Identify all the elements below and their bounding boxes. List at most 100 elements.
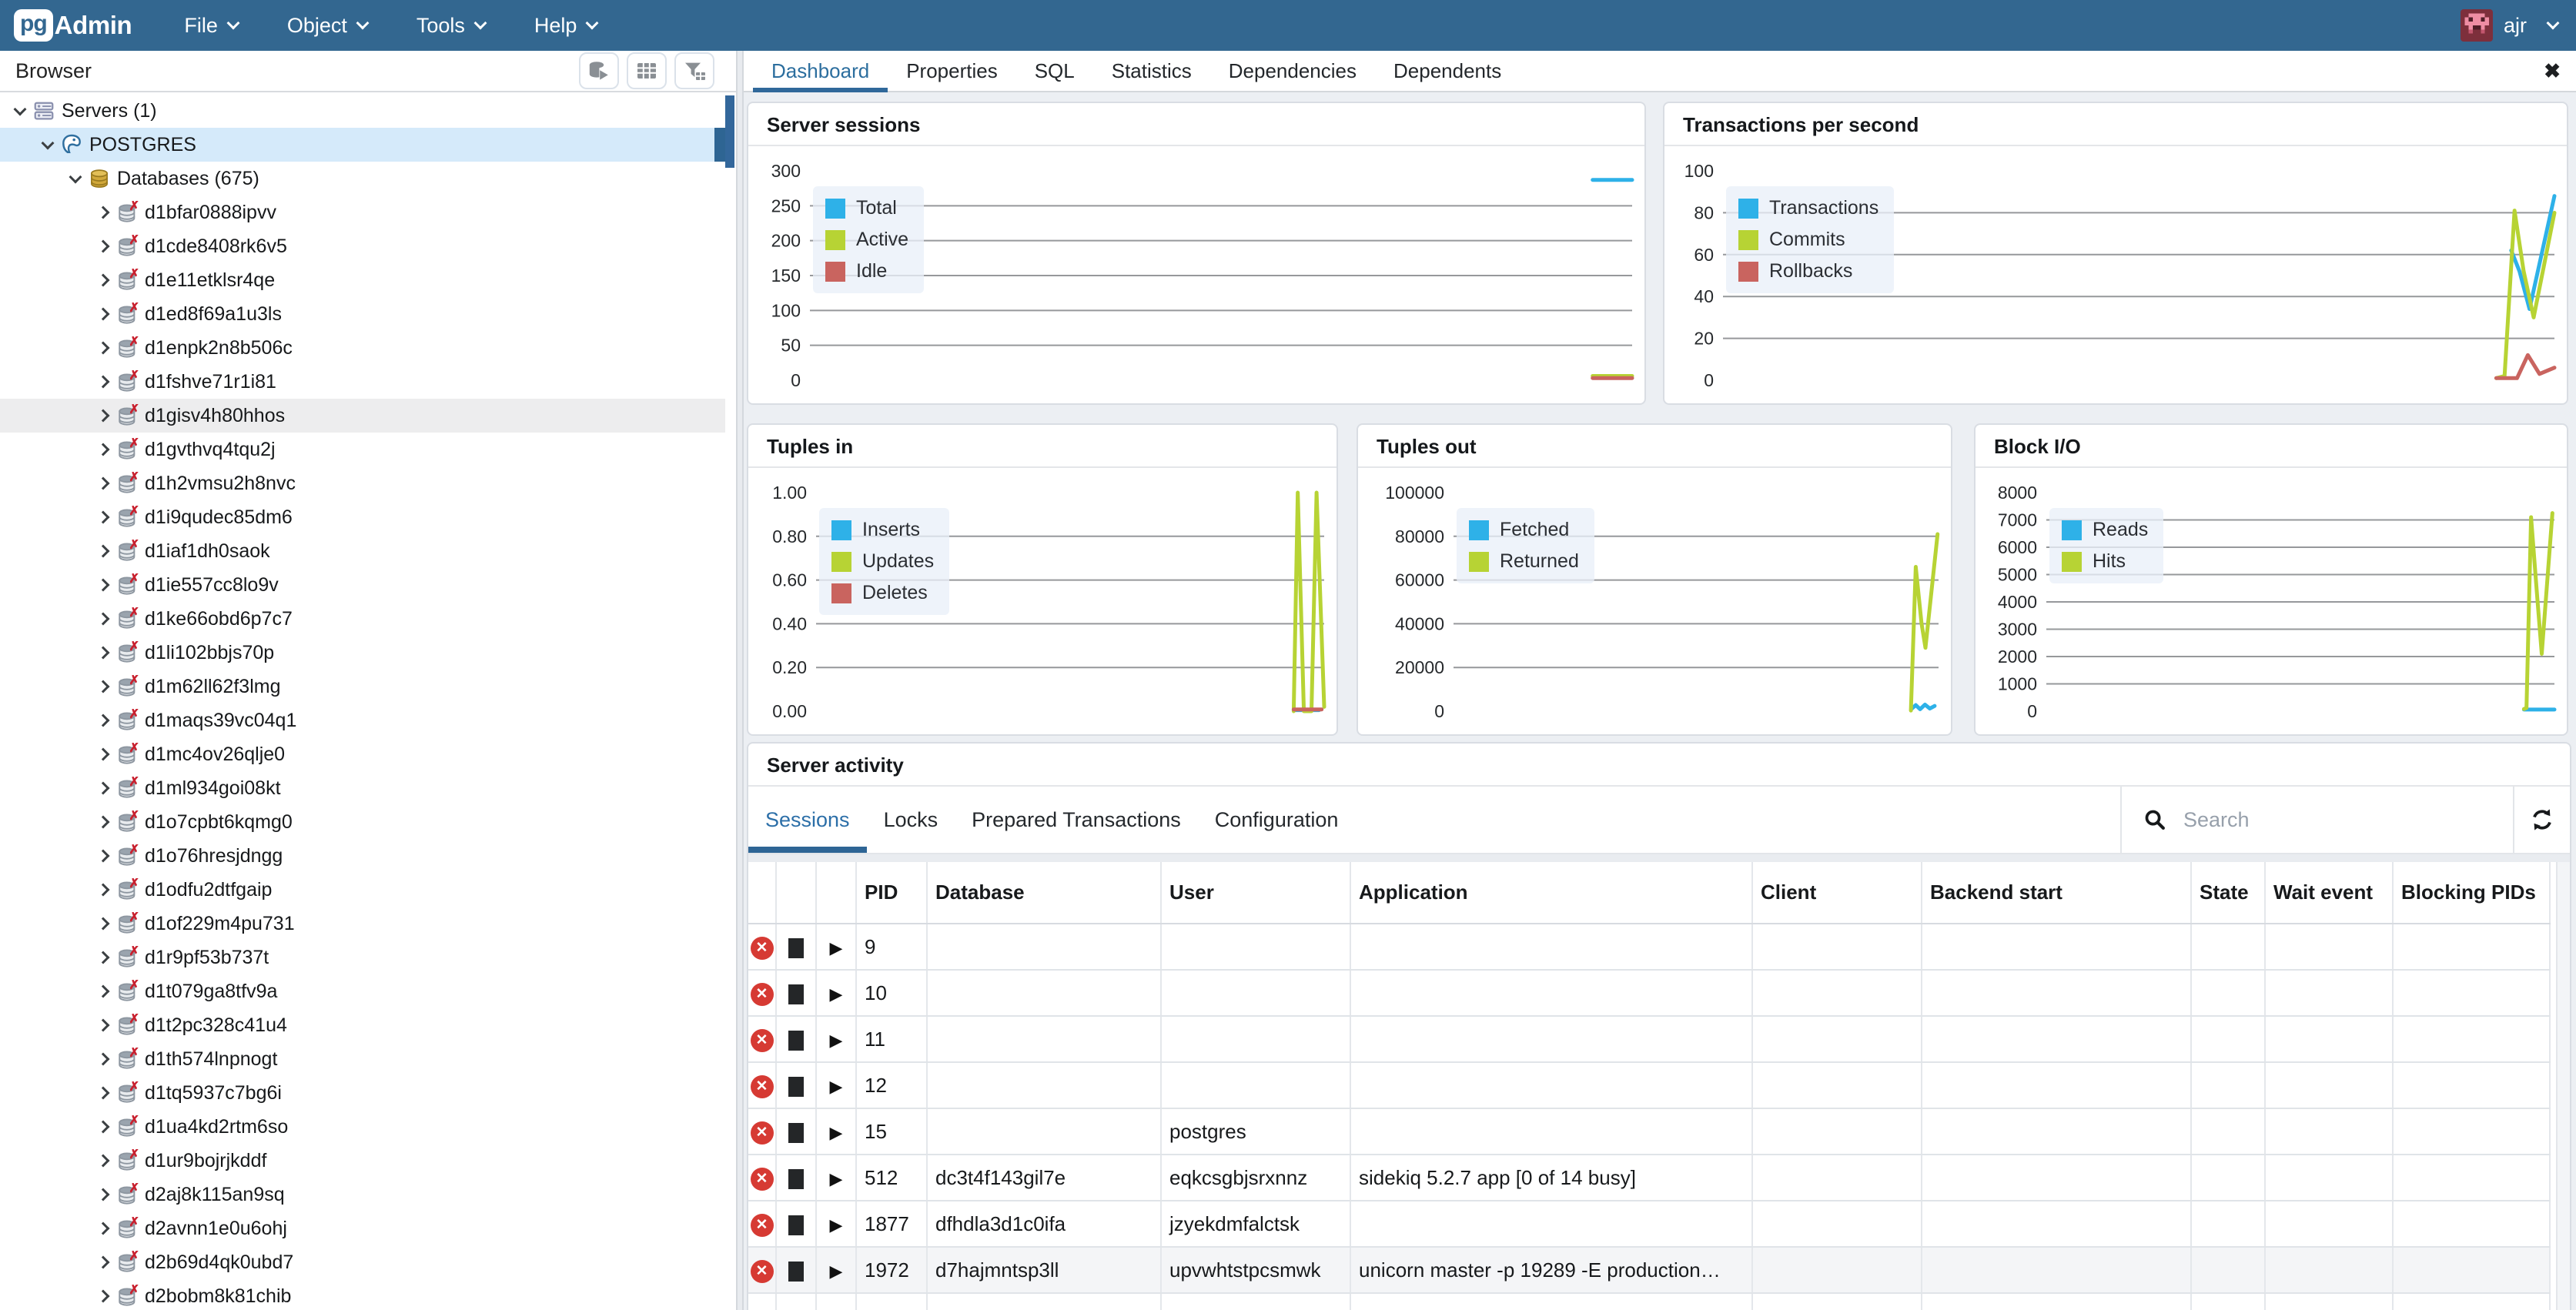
tree-item-d1t079ga8tfv9a[interactable]: ✗d1t079ga8tfv9a — [0, 974, 725, 1008]
chevron-right-icon[interactable] — [92, 242, 114, 251]
cancel-session-button[interactable]: ✕ — [751, 1168, 774, 1191]
terminate-session-button[interactable] — [788, 1123, 804, 1143]
tab-dependencies[interactable]: Dependencies — [1210, 51, 1375, 91]
activity-tab-locks[interactable]: Locks — [867, 787, 955, 853]
cancel-session-button[interactable]: ✕ — [751, 1214, 774, 1237]
terminate-session-button[interactable] — [788, 1262, 804, 1282]
tree-item-d1of229m4pu731[interactable]: ✗d1of229m4pu731 — [0, 907, 725, 941]
activity-tab-sessions[interactable]: Sessions — [748, 787, 867, 853]
chevron-right-icon[interactable] — [92, 750, 114, 759]
chevron-right-icon[interactable] — [92, 987, 114, 996]
sidebar-scrollbar-thumb[interactable] — [725, 95, 734, 168]
chevron-right-icon[interactable] — [92, 1122, 114, 1131]
tree-item-d1m62ll62f3lmg[interactable]: ✗d1m62ll62f3lmg — [0, 670, 725, 703]
tree-item-d1odfu2dtfgaip[interactable]: ✗d1odfu2dtfgaip — [0, 873, 725, 907]
tree-item-d1ua4kd2rtm6so[interactable]: ✗d1ua4kd2rtm6so — [0, 1110, 725, 1144]
tree-item-d1r9pf53b737t[interactable]: ✗d1r9pf53b737t — [0, 941, 725, 974]
terminate-session-button[interactable] — [788, 1031, 804, 1051]
chevron-right-icon[interactable] — [92, 1258, 114, 1267]
tree-item-d1o76hresjdngg[interactable]: ✗d1o76hresjdngg — [0, 839, 725, 873]
tree-item-d1fshve71r1i81[interactable]: ✗d1fshve71r1i81 — [0, 365, 725, 399]
tree-item-d1li102bbjs70p[interactable]: ✗d1li102bbjs70p — [0, 636, 725, 670]
tree-item-d2bobm8k81chib[interactable]: ✗d2bobm8k81chib — [0, 1279, 725, 1310]
user-menu[interactable]: ajr — [2461, 9, 2558, 42]
expand-row-button[interactable]: ▶ — [830, 984, 843, 1004]
chevron-right-icon[interactable] — [92, 1021, 114, 1030]
chevron-right-icon[interactable] — [92, 546, 114, 556]
tree-item-d1ie557cc8lo9v[interactable]: ✗d1ie557cc8lo9v — [0, 568, 725, 602]
tree-item-d1ml934goi08kt[interactable]: ✗d1ml934goi08kt — [0, 771, 725, 805]
tree-item-d1gisv4h80hhos[interactable]: ✗d1gisv4h80hhos — [0, 399, 725, 433]
chevron-right-icon[interactable] — [92, 953, 114, 962]
tree-item-d2b69d4qk0ubd7[interactable]: ✗d2b69d4qk0ubd7 — [0, 1245, 725, 1279]
chevron-right-icon[interactable] — [92, 513, 114, 522]
cancel-session-button[interactable]: ✕ — [751, 1075, 774, 1098]
panel-splitter[interactable] — [736, 51, 744, 1310]
view-data-button[interactable] — [579, 52, 619, 89]
activity-tab-prepared-transactions[interactable]: Prepared Transactions — [955, 787, 1198, 853]
chevron-right-icon[interactable] — [92, 1156, 114, 1165]
tree-item-d1t2pc328c41u4[interactable]: ✗d1t2pc328c41u4 — [0, 1008, 725, 1042]
chevron-right-icon[interactable] — [92, 276, 114, 285]
expand-row-button[interactable]: ▶ — [830, 1262, 843, 1281]
chevron-right-icon[interactable] — [92, 411, 114, 420]
tab-statistics[interactable]: Statistics — [1093, 51, 1210, 91]
chevron-right-icon[interactable] — [92, 208, 114, 217]
terminate-session-button[interactable] — [788, 1169, 804, 1189]
expand-row-button[interactable]: ▶ — [830, 1077, 843, 1096]
tree-item-databases-675-[interactable]: Databases (675) — [0, 162, 725, 195]
tree-item-d1o7cpbt6kqmg0[interactable]: ✗d1o7cpbt6kqmg0 — [0, 805, 725, 839]
chevron-right-icon[interactable] — [92, 885, 114, 894]
tree-item-d1e11etklsr4qe[interactable]: ✗d1e11etklsr4qe — [0, 263, 725, 297]
cancel-session-button[interactable]: ✕ — [751, 937, 774, 960]
expand-row-button[interactable]: ▶ — [830, 1215, 843, 1235]
refresh-button[interactable] — [2513, 787, 2570, 853]
tree-item-d1h2vmsu2h8nvc[interactable]: ✗d1h2vmsu2h8nvc — [0, 466, 725, 500]
terminate-session-button[interactable] — [788, 1215, 804, 1235]
menu-file[interactable]: File — [184, 14, 238, 38]
chevron-right-icon[interactable] — [92, 479, 114, 488]
chevron-right-icon[interactable] — [92, 784, 114, 793]
activity-tab-configuration[interactable]: Configuration — [1198, 787, 1356, 853]
chevron-right-icon[interactable] — [92, 377, 114, 386]
tree-item-d1maqs39vc04q1[interactable]: ✗d1maqs39vc04q1 — [0, 703, 725, 737]
chevron-right-icon[interactable] — [92, 445, 114, 454]
chevron-down-icon[interactable] — [37, 142, 59, 148]
expand-row-button[interactable]: ▶ — [830, 1031, 843, 1050]
cancel-session-button[interactable]: ✕ — [751, 1121, 774, 1145]
terminate-session-button[interactable] — [788, 938, 804, 958]
tree-item-d1ke66obd6p7c7[interactable]: ✗d1ke66obd6p7c7 — [0, 602, 725, 636]
menu-tools[interactable]: Tools — [417, 14, 485, 38]
query-tool-button[interactable] — [627, 52, 667, 89]
chevron-right-icon[interactable] — [92, 1190, 114, 1199]
table-scrollbar[interactable] — [2556, 862, 2570, 1310]
chevron-right-icon[interactable] — [92, 851, 114, 861]
tree-item-d1iaf1dh0saok[interactable]: ✗d1iaf1dh0saok — [0, 534, 725, 568]
expand-row-button[interactable]: ▶ — [830, 938, 843, 957]
chevron-down-icon[interactable] — [9, 108, 31, 114]
terminate-session-button[interactable] — [788, 1077, 804, 1097]
tree-item-servers-1-[interactable]: Servers (1) — [0, 94, 725, 128]
tree-item-d1cde8408rk6v5[interactable]: ✗d1cde8408rk6v5 — [0, 229, 725, 263]
tab-properties[interactable]: Properties — [888, 51, 1016, 91]
tab-dashboard[interactable]: Dashboard — [753, 51, 888, 91]
tree-item-d1ur9bojrjkddf[interactable]: ✗d1ur9bojrjkddf — [0, 1144, 725, 1178]
tree-item-postgres[interactable]: POSTGRES — [0, 128, 725, 162]
chevron-right-icon[interactable] — [92, 648, 114, 657]
tree-item-d1gvthvq4tqu2j[interactable]: ✗d1gvthvq4tqu2j — [0, 433, 725, 466]
tree-item-d1tq5937c7bg6i[interactable]: ✗d1tq5937c7bg6i — [0, 1076, 725, 1110]
tree-item-d1bfar0888ipvv[interactable]: ✗d1bfar0888ipvv — [0, 195, 725, 229]
chevron-right-icon[interactable] — [92, 309, 114, 319]
tree-item-d1enpk2n8b506c[interactable]: ✗d1enpk2n8b506c — [0, 331, 725, 365]
terminate-session-button[interactable] — [788, 984, 804, 1004]
chevron-right-icon[interactable] — [92, 580, 114, 590]
cancel-session-button[interactable]: ✕ — [751, 1029, 774, 1052]
tree-item-d1ed8f69a1u3ls[interactable]: ✗d1ed8f69a1u3ls — [0, 297, 725, 331]
chevron-right-icon[interactable] — [92, 682, 114, 691]
tab-sql[interactable]: SQL — [1016, 51, 1093, 91]
cancel-session-button[interactable]: ✕ — [751, 1260, 774, 1283]
tree-item-d2avnn1e0u6ohj[interactable]: ✗d2avnn1e0u6ohj — [0, 1211, 725, 1245]
menu-object[interactable]: Object — [287, 14, 367, 38]
chevron-right-icon[interactable] — [92, 716, 114, 725]
cancel-session-button[interactable]: ✕ — [751, 983, 774, 1006]
